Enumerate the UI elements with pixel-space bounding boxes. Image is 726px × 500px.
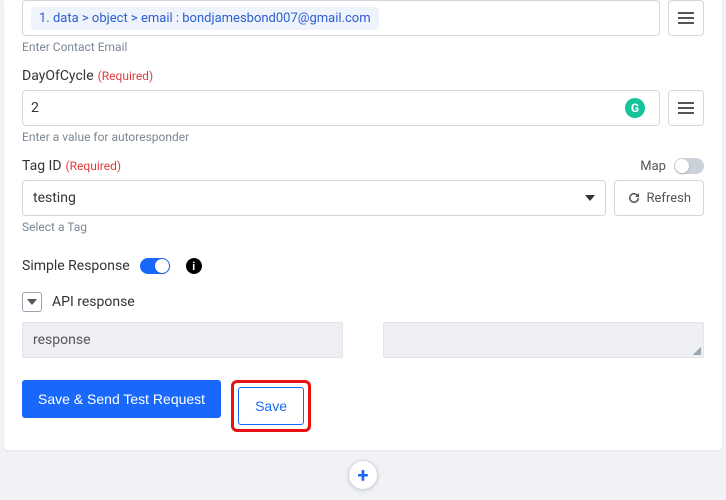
refresh-icon — [627, 191, 641, 205]
map-toggle-group: Map — [640, 158, 704, 174]
map-label: Map — [640, 159, 666, 174]
tagid-label: Tag ID — [22, 158, 62, 174]
map-toggle[interactable] — [674, 158, 704, 174]
dayofcycle-options-button[interactable] — [668, 90, 704, 126]
grammarly-icon[interactable]: G — [625, 98, 645, 118]
tagid-value: testing — [33, 190, 76, 206]
tagid-label-group: Tag ID (Required) — [22, 158, 121, 174]
add-step-button[interactable]: + — [348, 460, 378, 490]
dayofcycle-input[interactable]: 2 G — [22, 90, 660, 126]
dayofcycle-row: 2 G — [22, 90, 704, 126]
email-options-button[interactable] — [668, 0, 704, 36]
refresh-button[interactable]: Refresh — [614, 180, 704, 216]
tagid-hint: Select a Tag — [22, 220, 704, 234]
simple-response-row: Simple Response i — [22, 258, 704, 274]
save-button[interactable]: Save — [238, 387, 304, 425]
save-highlight: Save — [231, 380, 311, 432]
api-response-left[interactable]: response — [22, 322, 343, 358]
info-icon[interactable]: i — [186, 258, 202, 274]
tagid-label-row: Tag ID (Required) Map — [22, 158, 704, 174]
dayofcycle-value: 2 — [31, 100, 625, 116]
api-response-left-value: response — [33, 332, 91, 348]
hamburger-icon — [678, 102, 694, 114]
api-response-right[interactable] — [383, 322, 704, 358]
dayofcycle-required: (Required) — [98, 69, 153, 83]
refresh-label: Refresh — [647, 191, 691, 206]
api-response-header: API response — [22, 292, 704, 312]
save-send-test-button[interactable]: Save & Send Test Request — [22, 380, 221, 418]
api-response-label: API response — [52, 294, 135, 310]
email-input[interactable]: 1. data > object > email : bondjamesbond… — [22, 0, 660, 36]
tagid-row: testing Refresh — [22, 180, 704, 216]
hamburger-icon — [678, 12, 694, 24]
action-button-row: Save & Send Test Request Save — [22, 380, 704, 432]
dayofcycle-label-row: DayOfCycle (Required) — [22, 68, 704, 84]
tagid-required: (Required) — [66, 159, 121, 173]
simple-response-label: Simple Response — [22, 258, 130, 274]
simple-response-toggle[interactable] — [140, 258, 170, 274]
email-field-row: 1. data > object > email : bondjamesbond… — [22, 0, 704, 36]
email-hint: Enter Contact Email — [22, 40, 704, 54]
dayofcycle-hint: Enter a value for autoresponder — [22, 130, 704, 144]
email-pill[interactable]: 1. data > object > email : bondjamesbond… — [31, 7, 379, 30]
api-response-body: response — [22, 322, 704, 358]
api-response-expand[interactable] — [22, 292, 42, 312]
plus-icon: + — [358, 463, 369, 487]
form-card: 1. data > object > email : bondjamesbond… — [4, 0, 722, 450]
caret-down-icon — [585, 195, 595, 201]
chevron-down-icon — [27, 299, 37, 305]
tagid-select[interactable]: testing — [22, 180, 606, 216]
dayofcycle-label: DayOfCycle — [22, 68, 94, 84]
